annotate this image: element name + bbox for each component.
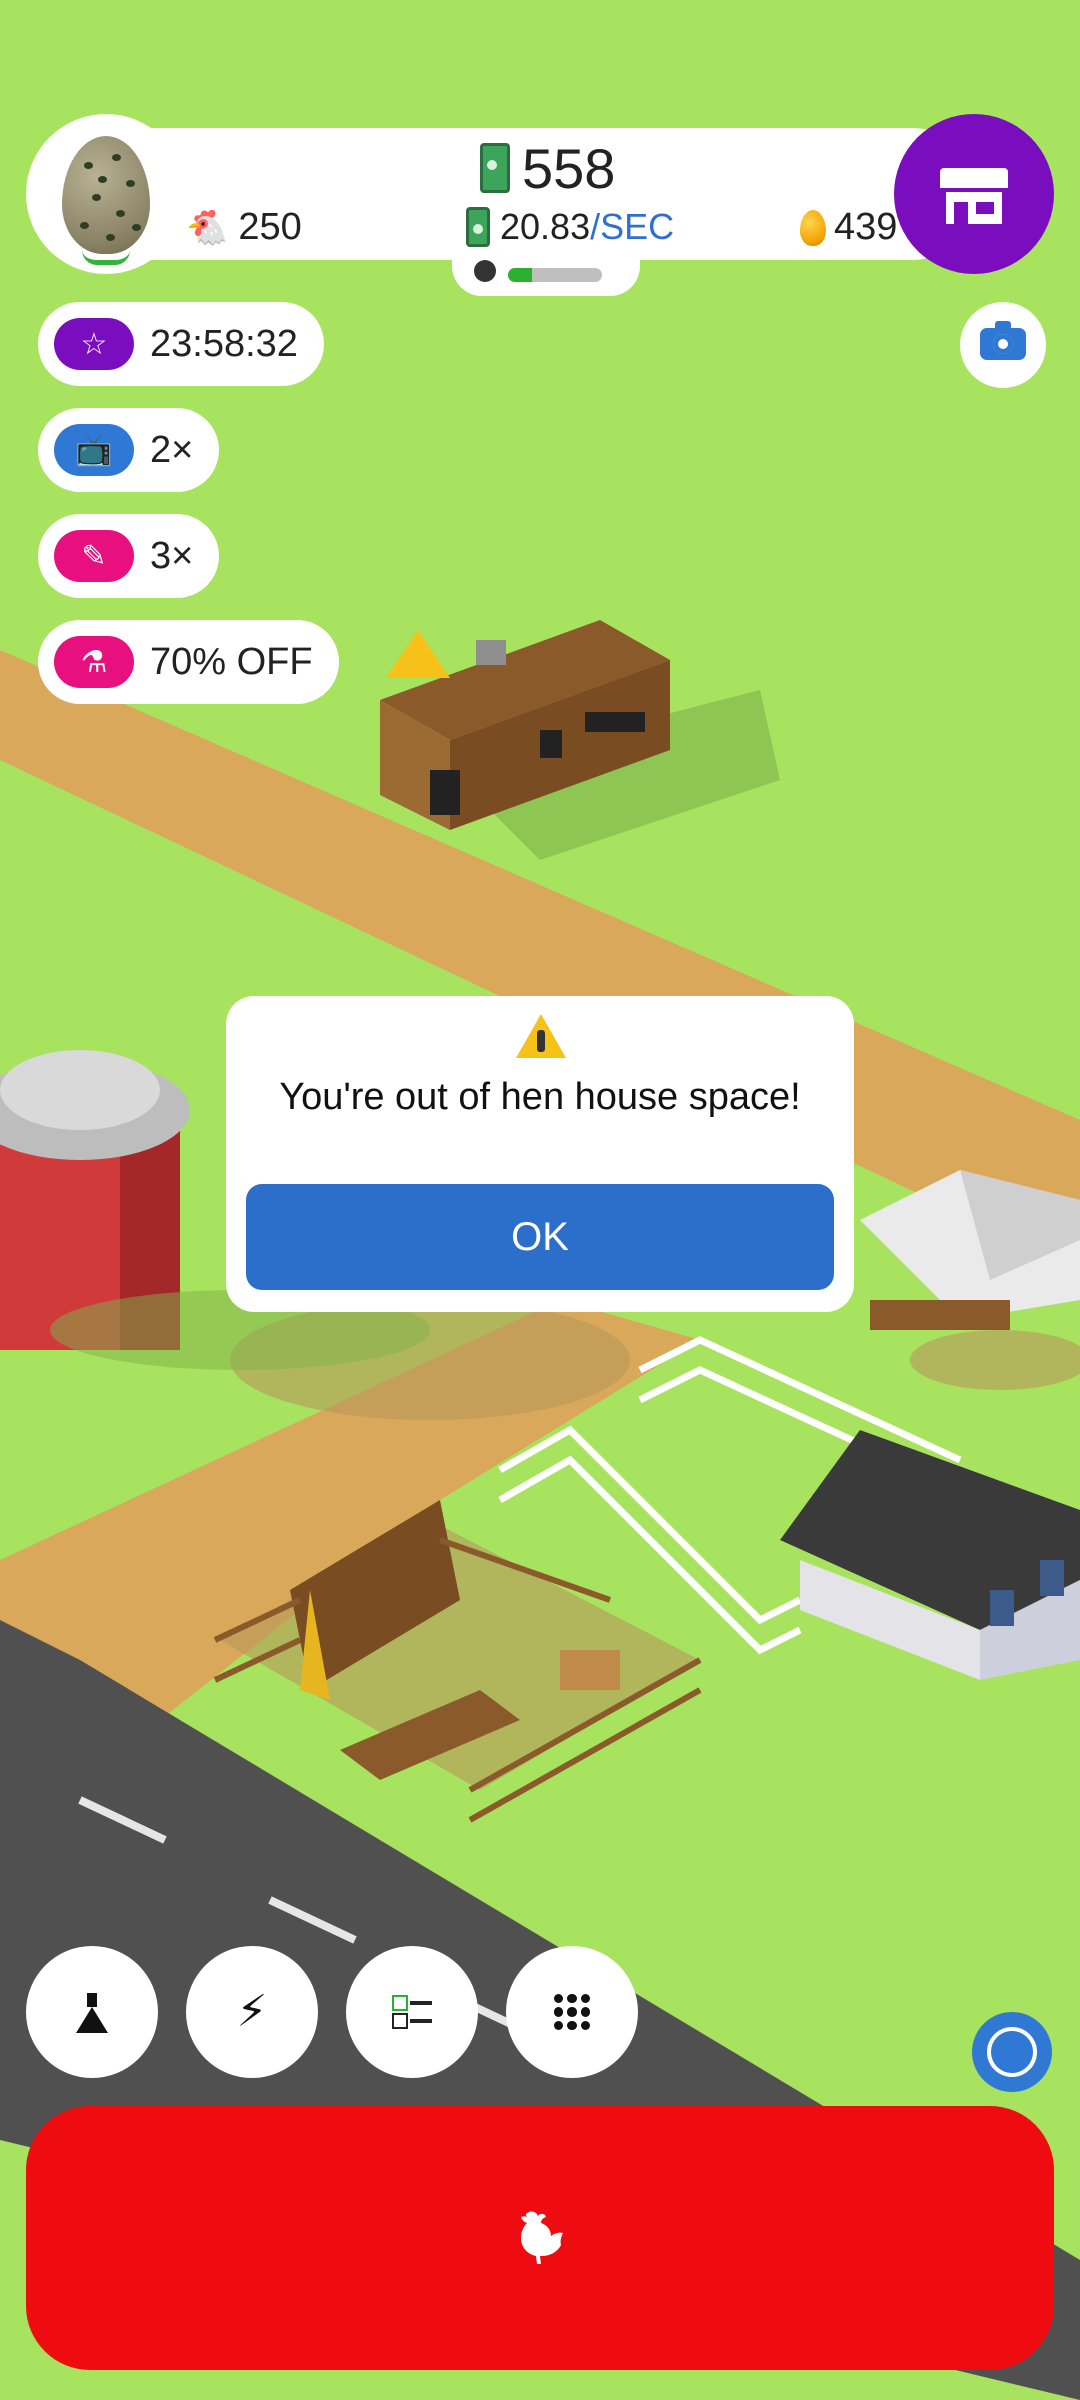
hatch-chicken-button[interactable] [26,2106,1054,2370]
egg-progress-arc [82,250,130,265]
checklist-icon [392,1995,432,2029]
chicken-icon [521,2211,563,2264]
camera-button[interactable] [960,302,1046,388]
money-value: 558 [522,136,616,200]
income-rate: 20.83/SEC [466,206,674,248]
speckled-egg-icon [62,136,150,254]
missions-button[interactable] [346,1946,478,2078]
hen-count: 🐔 250 [186,206,302,249]
alert-dialog: You're out of hen house space! OK [226,996,854,1312]
shop-button[interactable] [894,114,1054,274]
boost-timer-label: 23:58:32 [150,322,298,365]
feather-multiplier-label: 3× [150,534,194,577]
boost-timer-pill[interactable]: ☆ 23:58:32 [38,302,324,386]
golden-egg-value: 439 [834,206,898,248]
money-display: 558 [480,136,616,200]
hen-progress [452,254,640,296]
egg-upgrade-button[interactable] [26,114,186,274]
boosts-button[interactable]: ⚡︎ [186,1946,318,2078]
ok-button[interactable]: OK [246,1184,834,1290]
store-icon [940,168,1008,224]
golden-egg-count: 439 [800,206,897,249]
chick-icon [474,260,496,282]
tv-multiplier-label: 2× [150,428,194,471]
dialog-message: You're out of hen house space! [279,1076,801,1118]
flask-icon: ⚗ [54,636,134,688]
research-discount-label: 70% OFF [150,640,313,683]
lightning-icon: ⚡︎ [236,1987,268,2036]
hen-progress-bar [508,268,602,282]
cash-icon [480,143,510,193]
rate-unit: /SEC [590,206,675,247]
hen-count-value: 250 [238,206,302,248]
tv-multiplier-pill[interactable]: 📺 2× [38,408,220,492]
grid-menu-icon [554,1994,590,2030]
golden-egg-icon [800,209,826,246]
flask-icon [76,1993,108,2033]
hen-icon: 🐔 [186,208,229,247]
tv-icon: 📺 [54,424,134,476]
rate-value: 20.83 [500,206,591,247]
star-icon: ☆ [54,318,134,370]
feather-icon: ✎ [54,530,134,582]
overlay-circle-button[interactable] [972,2012,1052,2092]
menu-button[interactable] [506,1946,638,2078]
research-discount-pill[interactable]: ⚗ 70% OFF [38,620,339,704]
camera-icon [980,321,1026,360]
cash-icon [466,207,490,247]
feather-multiplier-pill[interactable]: ✎ 3× [38,514,220,598]
hen-progress-fill [508,268,532,282]
research-button[interactable] [26,1946,158,2078]
